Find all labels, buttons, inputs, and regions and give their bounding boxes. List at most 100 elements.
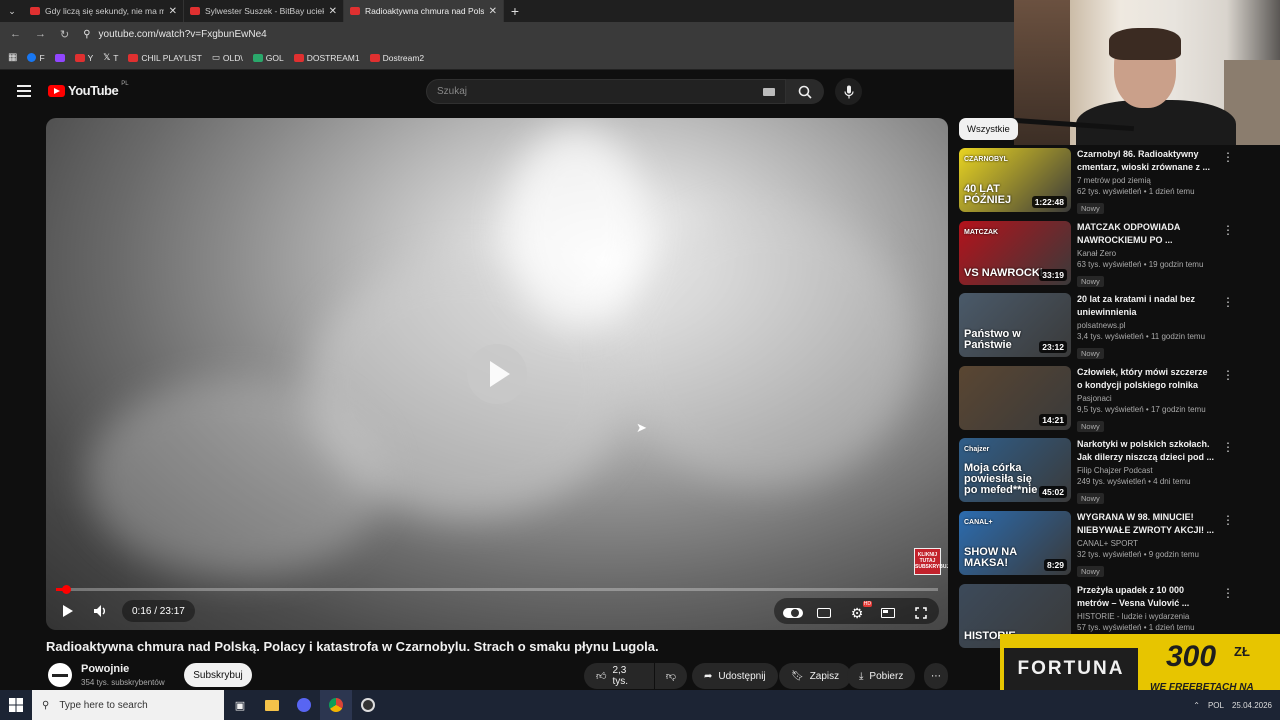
share-button[interactable]: ➦ Udostępnij — [692, 663, 778, 689]
filter-chip-all[interactable]: Wszystkie — [959, 118, 1018, 140]
recommended-video[interactable]: Państwo w Państwie 23:12 20 lat za kratami… — [959, 293, 1234, 359]
x-logo-icon: 𝕏 — [103, 52, 111, 62]
date-display[interactable]: 25.04.2026 — [1232, 701, 1272, 710]
bookmark-gol[interactable]: GOL — [252, 53, 284, 63]
more-vertical-icon[interactable]: ⋮ — [1222, 440, 1234, 454]
taskbar-search-input[interactable]: ⚲ Type here to search — [32, 690, 224, 720]
back-icon[interactable]: ← — [10, 28, 21, 40]
video-meta: 249 tys. wyświetleń • 4 dni temu — [1077, 477, 1191, 486]
recommended-video[interactable]: Chajzer Moja córka powiesiła się po mefed… — [959, 438, 1234, 504]
app-icon[interactable] — [352, 690, 384, 720]
url-field[interactable]: youtube.com/watch?v=FxgbunEwNe4 — [99, 29, 267, 40]
new-badge: Nowy — [1077, 566, 1104, 577]
recommended-video[interactable]: CZARNOBYL 40 LAT PÓŹNIEJ 1:22:48 Czarnobyl … — [959, 148, 1234, 214]
tab-title: Sylwester Suszek - BitBay uciekł — [205, 6, 324, 16]
chrome-icon[interactable] — [320, 690, 352, 720]
fullscreen-icon[interactable] — [913, 602, 929, 624]
play-icon[interactable] — [60, 600, 76, 622]
bookmarks-bar: ▦ F Y 𝕏T CHIL PLAYLIST ▭ OLD\ GOL DOSTREA… — [0, 46, 1014, 70]
close-tab-icon[interactable]: ✕ — [329, 6, 337, 17]
bookmark-folder-old[interactable]: ▭ OLD\ — [212, 52, 243, 63]
channel-avatar[interactable] — [48, 663, 72, 687]
progress-bar[interactable] — [56, 585, 938, 594]
video-thumbnail[interactable]: Chajzer Moja córka powiesiła się po mefed… — [959, 438, 1071, 502]
subscribe-button[interactable]: Subskrybuj — [184, 663, 252, 687]
close-tab-icon[interactable]: ✕ — [169, 6, 177, 17]
video-thumbnail[interactable]: 14:21 — [959, 366, 1071, 430]
more-vertical-icon[interactable]: ⋮ — [1222, 295, 1234, 309]
video-title[interactable]: Narkotyki w polskich szkołach. Jak diler… — [1077, 438, 1215, 464]
dislike-button[interactable]: 👎︎ — [655, 663, 687, 689]
bookmark-dostream2[interactable]: Dostream2 — [369, 53, 424, 63]
new-badge: Nowy — [1077, 421, 1104, 432]
recommended-video[interactable]: CANAL+ SHOW NA MAKSA! 8:29 WYGRANA W 98. MI… — [959, 511, 1234, 577]
big-play-button[interactable] — [467, 344, 527, 404]
subscribe-overlay-badge[interactable]: KLIKNIJ TUTAJ SUBSKRYBUJ — [914, 548, 948, 575]
language-indicator[interactable]: POL — [1208, 701, 1224, 710]
more-vertical-icon[interactable]: ⋮ — [1222, 368, 1234, 382]
more-vertical-icon[interactable]: ⋮ — [1222, 223, 1234, 237]
video-title[interactable]: Przeżyła upadek z 10 000 metrów – Vesna … — [1077, 584, 1215, 610]
video-meta: 62 tys. wyświetleń • 1 dzień temu — [1077, 187, 1195, 196]
tab-title: Gdy liczą się sekundy, nie ma m — [45, 6, 164, 16]
task-view-icon[interactable]: ▣ — [224, 690, 256, 720]
browser-tab[interactable]: Sylwester Suszek - BitBay uciekł ✕ — [184, 0, 344, 22]
new-badge: Nowy — [1077, 276, 1104, 287]
video-title[interactable]: WYGRANA W 98. MINUCIE! NIEBYWAŁE ZWROTY … — [1077, 511, 1215, 537]
download-label: Pobierz — [869, 670, 904, 682]
subtitles-icon[interactable] — [816, 602, 832, 624]
discord-icon[interactable] — [288, 690, 320, 720]
video-title[interactable]: 20 lat za kratami i nadal bez uniewinnie… — [1077, 293, 1215, 319]
close-tab-icon[interactable]: ✕ — [489, 6, 497, 17]
save-button[interactable]: 🔖︎ Zapisz — [779, 663, 852, 689]
windows-start-icon[interactable] — [0, 690, 32, 720]
youtube-play-logo-icon — [48, 84, 65, 97]
site-info-icon[interactable]: ⚲ — [83, 29, 90, 40]
tray-chevron-icon[interactable]: ⌃ — [1193, 701, 1200, 710]
tab-search-chevron-icon[interactable]: ⌄ — [0, 0, 24, 22]
video-thumbnail[interactable]: Państwo w Państwie 23:12 — [959, 293, 1071, 357]
hamburger-menu-icon[interactable] — [17, 85, 31, 100]
miniplayer-icon[interactable] — [880, 602, 896, 624]
like-button[interactable]: 👍︎ 2,3 tys. — [584, 663, 654, 689]
volume-icon[interactable] — [92, 600, 110, 622]
apps-grid-icon[interactable]: ▦ — [8, 52, 17, 63]
voice-search-button[interactable] — [835, 78, 862, 105]
new-tab-icon[interactable]: + — [504, 0, 526, 22]
bookmark-dostream1[interactable]: DOSTREAM1 — [293, 53, 360, 63]
autoplay-toggle-icon[interactable] — [782, 602, 804, 624]
search-input[interactable]: Szukaj — [426, 79, 786, 104]
bookmark-chil-playlist[interactable]: CHIL PLAYLIST — [128, 53, 202, 63]
settings-gear-icon[interactable]: ⚙ HD — [848, 601, 872, 624]
browser-tab[interactable]: Gdy liczą się sekundy, nie ma m ✕ — [24, 0, 184, 22]
search-button[interactable] — [786, 79, 824, 104]
video-title[interactable]: Człowiek, który mówi szczerze o kondycji… — [1077, 366, 1215, 392]
more-actions-button[interactable]: ⋯ — [924, 663, 948, 689]
bookmark-youtube[interactable]: Y — [74, 53, 93, 63]
browser-tab-active[interactable]: Radioaktywna chmura nad Polsk ✕ — [344, 0, 504, 22]
video-player[interactable]: ➤ KLIKNIJ TUTAJ SUBSKRYBUJ 0:16 / 23:17 … — [46, 118, 948, 630]
video-thumbnail[interactable]: CANAL+ SHOW NA MAKSA! 8:29 — [959, 511, 1071, 575]
video-info: Człowiek, który mówi szczerze o kondycji… — [1077, 366, 1215, 434]
more-vertical-icon[interactable]: ⋮ — [1222, 150, 1234, 164]
reload-icon[interactable]: ↻ — [60, 28, 69, 41]
video-title[interactable]: Czarnobyl 86. Radioaktywny cmentarz, wio… — [1077, 148, 1215, 174]
file-explorer-icon[interactable] — [256, 690, 288, 720]
video-title[interactable]: MATCZAK ODPOWIADA NAWROCKIEMU PO ... — [1077, 221, 1215, 247]
youtube-logo[interactable]: YouTube PL — [48, 81, 129, 98]
bookmark-x[interactable]: 𝕏T — [103, 52, 118, 63]
progress-scrubber[interactable] — [62, 585, 72, 594]
more-vertical-icon[interactable]: ⋮ — [1222, 513, 1234, 527]
keyboard-icon[interactable] — [763, 88, 775, 96]
bookmark-twitch[interactable] — [54, 53, 65, 62]
time-display: 0:16 / 23:17 — [122, 600, 195, 622]
recommended-video[interactable]: 14:21 Człowiek, który mówi szczerze o kon… — [959, 366, 1234, 434]
forward-icon[interactable]: → — [35, 28, 46, 40]
download-button[interactable]: ⤓ Pobierz — [847, 663, 916, 689]
recommended-video[interactable]: MATCZAK VS NAWROCKI 33:19 MATCZAK ODPOWIADA… — [959, 221, 1234, 287]
video-thumbnail[interactable]: MATCZAK VS NAWROCKI 33:19 — [959, 221, 1071, 285]
video-thumbnail[interactable]: CZARNOBYL 40 LAT PÓŹNIEJ 1:22:48 — [959, 148, 1071, 212]
bookmark-facebook[interactable]: F — [27, 53, 45, 63]
channel-name[interactable]: Powojnie — [81, 663, 129, 675]
more-vertical-icon[interactable]: ⋮ — [1222, 586, 1234, 600]
